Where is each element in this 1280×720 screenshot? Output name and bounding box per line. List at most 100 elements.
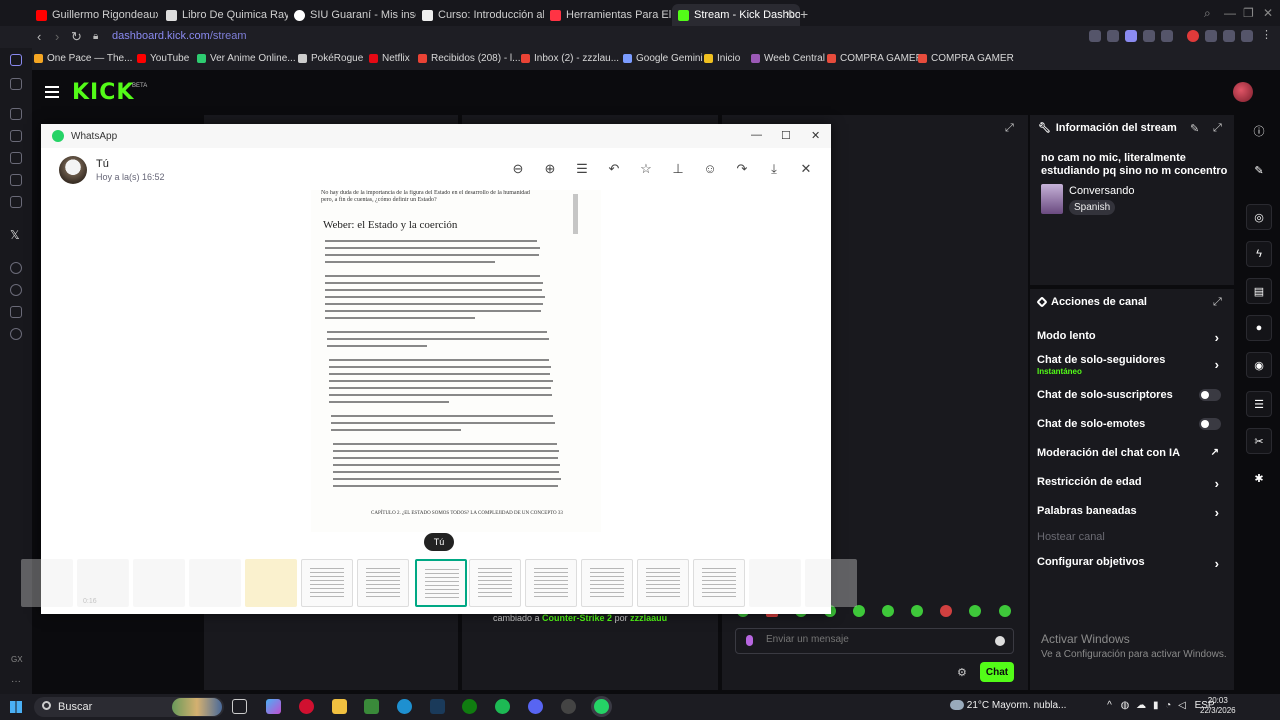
emoji-react-icon[interactable]: ☺ [703,162,717,176]
twitch-icon[interactable] [10,174,22,186]
file-explorer-icon[interactable] [332,699,347,714]
weather-text[interactable]: 21°C Mayorm. nubla... [967,700,1067,711]
bookmark-item[interactable]: Weeb Central [751,53,825,64]
browser-tab-active[interactable]: Stream - Kick Dashboa ✕ [672,4,800,26]
bookmark-item[interactable]: Recibidos (208) - l... [418,53,520,64]
minimize-icon[interactable]: — [751,129,762,141]
discord-icon[interactable] [10,130,22,142]
media-thumbnail[interactable] [805,559,857,607]
minecraft-icon[interactable] [364,699,379,714]
reload-icon[interactable]: ↻ [71,29,82,45]
home-icon[interactable] [10,54,22,66]
extensions-puzzle-icon[interactable] [1223,30,1235,42]
action-banned-words[interactable]: Palabras baneadas › [1037,505,1227,520]
forward-icon[interactable]: › [55,29,59,44]
screenshot-icon[interactable] [1107,30,1119,42]
browser-tab[interactable]: Herramientas Para El Anál [544,4,672,26]
user-avatar[interactable] [1233,82,1253,102]
download-icon[interactable]: ⤓ [767,162,781,176]
play-icon[interactable] [1143,30,1155,42]
microphone-icon[interactable] [746,635,753,646]
popout-icon[interactable]: ⤢ [1005,122,1014,135]
x-icon[interactable]: 𝕏 [10,228,20,242]
media-thumbnail[interactable] [525,559,577,607]
action-ai-moderation[interactable]: Moderación del chat con IA ↗ [1037,447,1227,459]
media-thumbnail[interactable] [581,559,633,607]
close-icon[interactable]: ✕ [811,129,820,142]
media-thumbnail[interactable] [693,559,745,607]
obs-icon[interactable] [561,699,576,714]
extension-record-icon[interactable] [1187,30,1199,42]
media-thumbnail[interactable] [301,559,353,607]
wifi-icon[interactable]: ◔ [1165,700,1171,711]
close-tab-icon[interactable]: ✕ [785,8,794,21]
emote-icon[interactable] [911,605,923,617]
media-thumbnail[interactable] [133,559,185,607]
bookmark-item[interactable]: COMPRA GAMER [918,53,1014,64]
extension-icon[interactable] [1205,30,1217,42]
zoom-out-icon[interactable]: ⊖ [511,162,525,176]
emotes-only-toggle[interactable] [1199,418,1221,430]
taskbar-search[interactable]: Buscar [34,697,224,717]
search-tabs-icon[interactable]: ⌕ [1204,6,1211,21]
chat-send-button[interactable]: Chat [980,662,1014,682]
emote-icon[interactable] [969,605,981,617]
bookmark-item[interactable]: Ver Anime Online... [197,53,296,64]
popout-icon[interactable]: ⤢ [1213,296,1222,309]
star-icon[interactable]: ☆ [639,162,653,176]
gmail-icon[interactable] [10,196,22,208]
camera-icon[interactable]: ◎ [1246,204,1272,230]
mail-icon[interactable] [10,108,22,120]
media-thumbnail[interactable] [749,559,801,607]
close-viewer-icon[interactable]: ✕ [799,162,813,176]
info-icon[interactable]: ⓘ [1246,118,1272,144]
shapes-icon[interactable] [10,306,22,318]
chat-bubble-icon[interactable]: ● [1246,315,1272,341]
bookmark-icon[interactable] [1089,30,1101,42]
layout-icon[interactable]: ☰ [1246,391,1272,417]
tabs-icon[interactable] [10,78,22,90]
menu-icon[interactable]: ⋮ [1261,30,1273,42]
download-icon[interactable] [1241,30,1253,42]
emote-icon[interactable] [882,605,894,617]
volume-icon[interactable]: ◁ [1178,700,1186,711]
opera-gx-icon[interactable] [299,699,314,714]
browser-tab[interactable]: Curso: Introducción al Co [416,4,544,26]
emote-icon[interactable] [940,605,952,617]
forward-icon[interactable]: ↷ [735,162,749,176]
media-thumbnail[interactable]: 0:16 [77,559,129,607]
popout-icon[interactable]: ⤢ [1213,122,1222,135]
steam-icon[interactable] [430,699,445,714]
chat-settings-icon[interactable]: ⚙ [957,666,967,679]
play-circle-icon[interactable] [10,262,22,274]
gx-icon[interactable]: GX [11,655,23,664]
bookmark-item[interactable]: COMPRA GAMER [827,53,923,64]
clock[interactable]: 20:03 22/3/2026 [1200,696,1236,716]
url-field[interactable]: dashboard.kick.com/stream [112,30,247,42]
network-icon[interactable]: ◍ [1121,700,1130,711]
new-tab-button[interactable]: + [800,6,808,22]
emoji-icon[interactable] [995,636,1005,646]
vpn-icon[interactable] [1125,30,1137,42]
action-slow-mode[interactable]: Modo lento › [1037,330,1227,345]
back-icon[interactable]: ‹ [37,29,41,44]
bookmark-item[interactable]: Netflix [369,53,410,64]
edit-icon[interactable]: ✎ [1190,122,1199,135]
browser-tab[interactable]: SIU Guaraní - Mis inscripc [288,4,416,26]
emote-icon[interactable] [999,605,1011,617]
lightning-icon[interactable]: ϟ [1246,241,1272,267]
edge-icon[interactable] [397,699,412,714]
spotify-icon[interactable] [495,699,510,714]
browser-tab[interactable]: Libro De Quimica Raymon [160,4,288,26]
media-thumbnail[interactable] [469,559,521,607]
bookmark-item[interactable]: One Pace — The... [34,53,132,64]
task-view-icon[interactable] [232,699,247,714]
media-thumbnail[interactable] [21,559,73,607]
notes-icon[interactable] [10,152,22,164]
settings-cog-icon[interactable]: ✱ [1246,465,1272,491]
bookmark-item[interactable]: Inicio [704,53,740,64]
sender-avatar[interactable] [59,156,87,184]
media-thumbnail[interactable] [357,559,409,607]
bookmark-item[interactable]: Inbox (2) - zzzlau... [521,53,619,64]
bookmark-item[interactable]: YouTube [137,53,189,64]
